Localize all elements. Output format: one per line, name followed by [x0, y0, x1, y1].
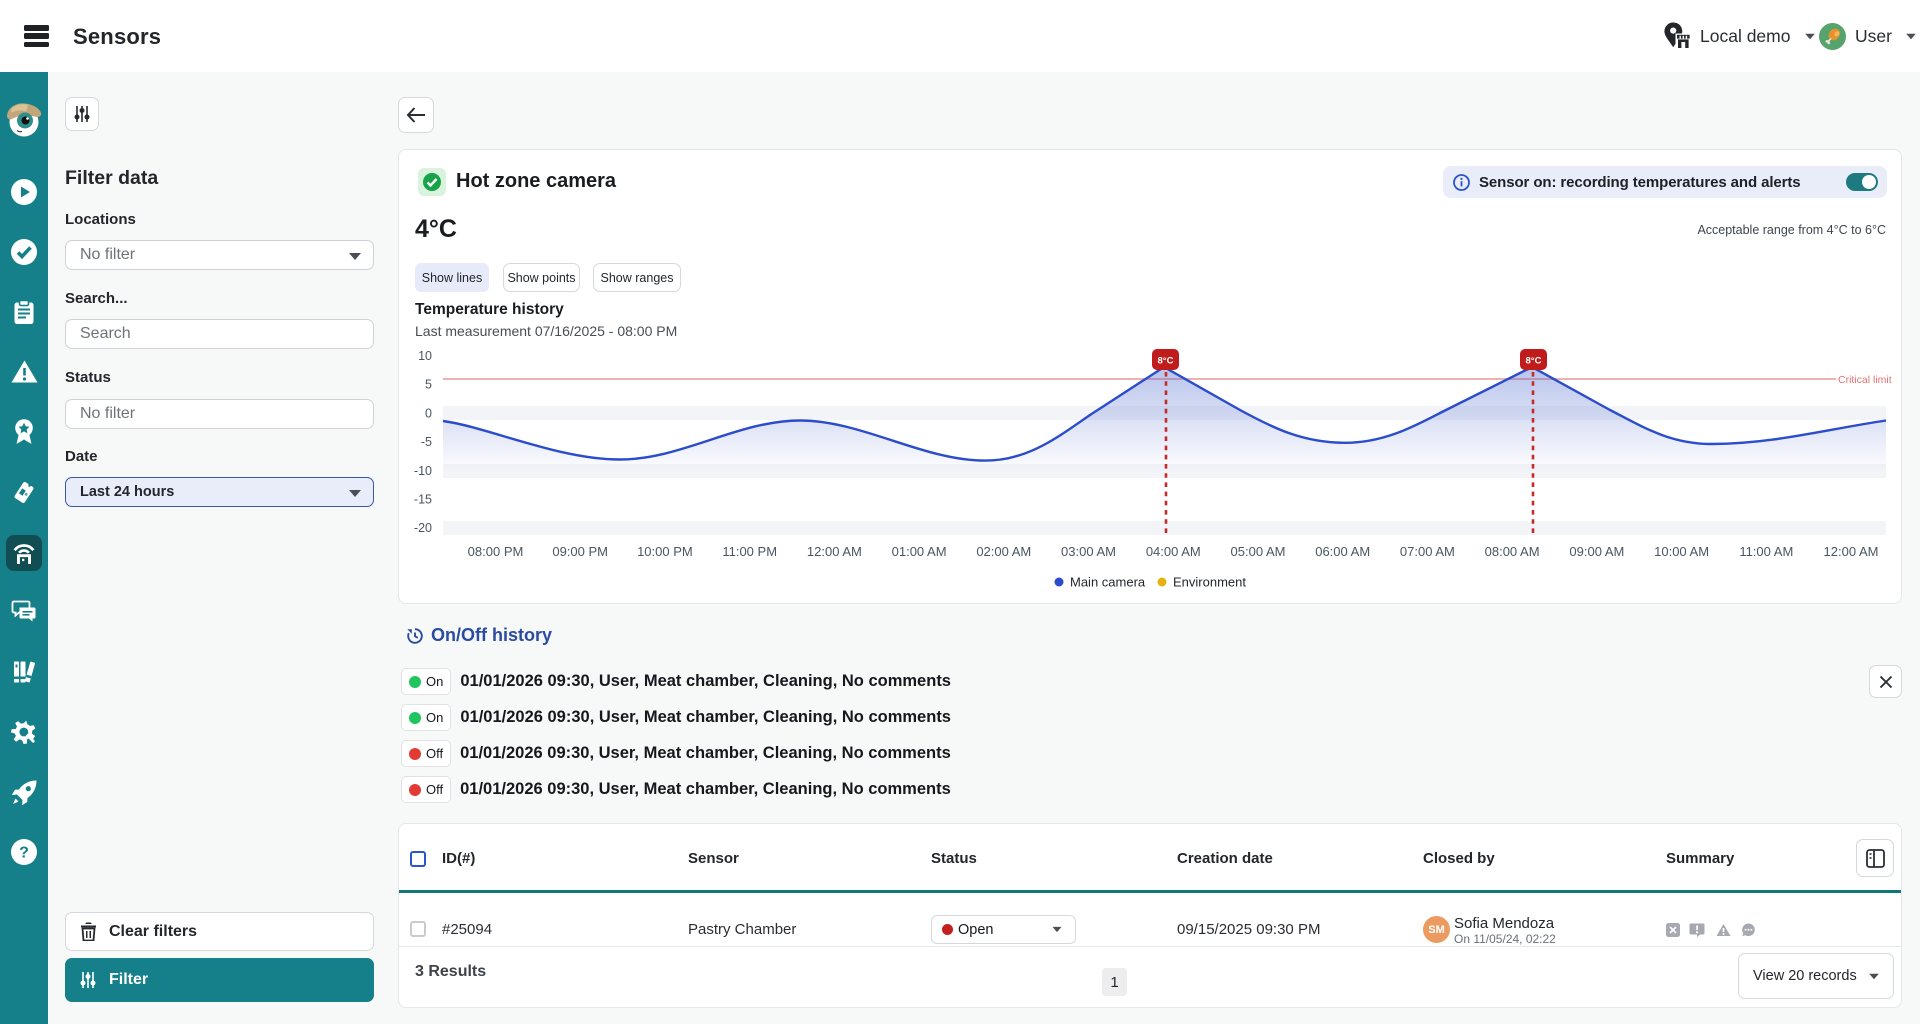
svg-text:10:00 AM: 10:00 AM	[1654, 544, 1709, 559]
svg-text:08:00 AM: 08:00 AM	[1485, 544, 1540, 559]
svg-text:8°C: 8°C	[1526, 356, 1542, 367]
svg-text:09:00 PM: 09:00 PM	[552, 544, 608, 559]
svg-text:04:00 AM: 04:00 AM	[1146, 544, 1201, 559]
svg-text:09:00 AM: 09:00 AM	[1569, 544, 1624, 559]
svg-text:08:00 PM: 08:00 PM	[468, 544, 524, 559]
svg-text:Critical limit: Critical limit	[1838, 374, 1892, 386]
svg-text:03:00 AM: 03:00 AM	[1061, 544, 1116, 559]
svg-text:8°C: 8°C	[1158, 356, 1174, 367]
svg-text:01:00 AM: 01:00 AM	[892, 544, 947, 559]
svg-text:Environment: Environment	[1173, 575, 1246, 590]
svg-text:06:00 AM: 06:00 AM	[1315, 544, 1370, 559]
svg-text:11:00 AM: 11:00 AM	[1739, 544, 1793, 559]
svg-text:10:00 PM: 10:00 PM	[637, 544, 693, 559]
svg-text:05:00 AM: 05:00 AM	[1231, 544, 1286, 559]
svg-text:-5: -5	[421, 435, 432, 449]
svg-text:-20: -20	[414, 521, 432, 535]
svg-text:?: ?	[19, 845, 29, 862]
svg-text:-10: -10	[414, 464, 432, 478]
svg-text:0: 0	[425, 406, 432, 420]
svg-text:11:00 PM: 11:00 PM	[722, 544, 777, 559]
svg-text:02:00 AM: 02:00 AM	[976, 544, 1031, 559]
svg-text:Main camera: Main camera	[1070, 575, 1146, 590]
svg-text:-15: -15	[414, 493, 432, 507]
svg-text:10: 10	[418, 349, 432, 363]
svg-text:12:00 AM: 12:00 AM	[1824, 544, 1879, 559]
svg-text:12:00 AM: 12:00 AM	[807, 544, 862, 559]
svg-text:07:00 AM: 07:00 AM	[1400, 544, 1455, 559]
svg-text:5: 5	[425, 378, 432, 392]
